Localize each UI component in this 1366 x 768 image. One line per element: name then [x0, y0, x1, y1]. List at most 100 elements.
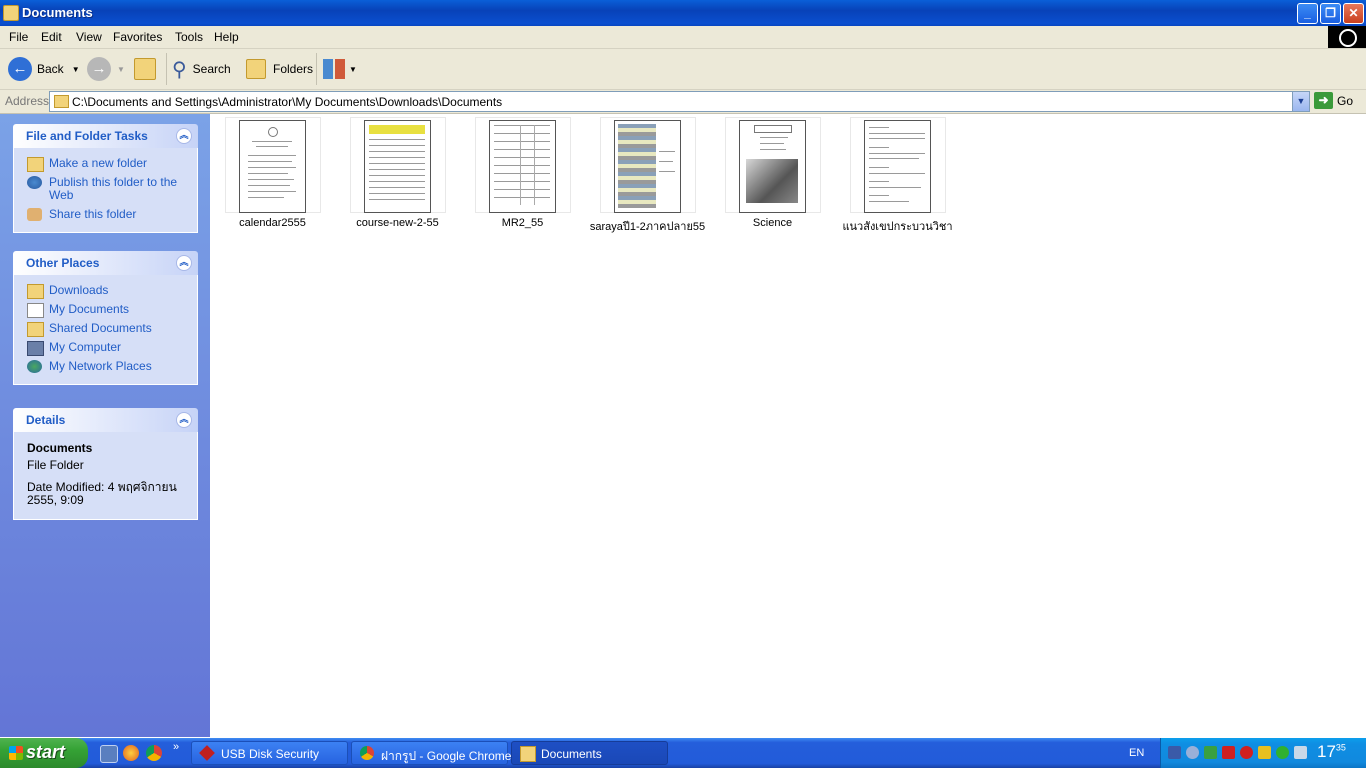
toolbar-divider: [166, 53, 167, 85]
up-folder-button[interactable]: [134, 55, 156, 83]
place-my-computer[interactable]: My Computer: [14, 338, 197, 357]
minimize-button[interactable]: _: [1297, 3, 1318, 24]
restore-button[interactable]: ❐: [1320, 3, 1341, 24]
share-folder-link[interactable]: Share this folder: [14, 205, 197, 224]
folder-icon: [54, 95, 69, 108]
usb-security-tray-icon[interactable]: [1222, 746, 1235, 759]
address-input[interactable]: C:\Documents and Settings\Administrator\…: [49, 91, 1310, 112]
folder-icon: [27, 284, 44, 299]
document-thumbnail-icon: [614, 120, 681, 213]
title-bar: Documents _ ❐ ✕: [0, 0, 1366, 26]
new-folder-icon: [27, 157, 44, 172]
tray-icon[interactable]: [1204, 746, 1217, 759]
file-name: course-new-2-55: [356, 217, 439, 229]
start-label: start: [26, 742, 66, 762]
search-button[interactable]: ⚲ Search: [172, 55, 231, 83]
firefox-icon[interactable]: [123, 745, 139, 761]
address-dropdown-button[interactable]: ▼: [1292, 92, 1309, 111]
place-my-network-places[interactable]: My Network Places: [14, 357, 197, 376]
forward-button[interactable]: → ▼: [87, 55, 125, 83]
computer-icon: [27, 341, 44, 356]
search-icon: ⚲: [172, 58, 187, 81]
chevron-down-icon[interactable]: ▼: [72, 65, 80, 74]
menu-favorites[interactable]: Favorites: [113, 30, 162, 44]
task-google-chrome[interactable]: ฝากรูป - Google Chrome: [351, 741, 512, 765]
language-indicator[interactable]: EN: [1129, 747, 1144, 759]
task-documents[interactable]: Documents: [511, 741, 668, 765]
task-label: USB Disk Security: [221, 747, 320, 761]
collapse-icon[interactable]: ︽: [176, 255, 192, 271]
views-icon: [323, 59, 345, 79]
clock-minute: 35: [1335, 742, 1346, 753]
file-thumbnail: [225, 117, 321, 213]
menu-view[interactable]: View: [76, 30, 102, 44]
address-label: Address: [5, 94, 50, 108]
menu-help[interactable]: Help: [214, 30, 239, 44]
task-usb-disk-security[interactable]: USB Disk Security: [191, 741, 348, 765]
file-item[interactable]: sarayaปี1-2ภาคปลาย55: [585, 117, 710, 237]
document-thumbnail-icon: [489, 120, 556, 213]
toolbar: ← Back ▼ → ▼ ⚲ Search Folders ▼: [0, 49, 1366, 90]
views-button[interactable]: ▼: [323, 55, 357, 83]
chevron-down-icon[interactable]: ▼: [349, 65, 357, 74]
chevron-down-icon[interactable]: ▼: [117, 65, 125, 74]
file-item[interactable]: course-new-2-55: [335, 117, 460, 237]
panel-header[interactable]: Other Places ︽: [13, 251, 198, 275]
tray-icon[interactable]: [1276, 746, 1289, 759]
document-thumbnail-icon: [239, 120, 306, 213]
file-item[interactable]: calendar2555: [210, 117, 335, 237]
tray-icon[interactable]: [1186, 746, 1199, 759]
task-pane: File and Folder Tasks ︽ Make a new folde…: [0, 114, 210, 737]
menu-tools[interactable]: Tools: [175, 30, 203, 44]
collapse-icon[interactable]: ︽: [176, 128, 192, 144]
menu-edit[interactable]: Edit: [41, 30, 62, 44]
show-desktop-icon[interactable]: [100, 745, 118, 763]
place-shared-documents[interactable]: Shared Documents: [14, 319, 197, 338]
globe-icon: [27, 176, 42, 189]
back-button[interactable]: ← Back ▼: [8, 55, 80, 83]
link-label: Make a new folder: [49, 156, 148, 170]
go-arrow-icon[interactable]: ➜: [1314, 92, 1333, 109]
menu-file[interactable]: File: [9, 30, 28, 44]
quicklaunch-more-icon[interactable]: »: [173, 741, 179, 753]
folder-icon: [27, 322, 44, 337]
make-new-folder-link[interactable]: Make a new folder: [14, 154, 197, 173]
file-item[interactable]: MR2_55: [460, 117, 585, 237]
file-item[interactable]: แนวสังเขปกระบวนวิชา: [835, 117, 960, 237]
panel-header[interactable]: Details ︽: [13, 408, 198, 432]
document-thumbnail-icon: [364, 120, 431, 213]
address-bar: Address C:\Documents and Settings\Admini…: [0, 90, 1366, 114]
details-modified: Date Modified: 4 พฤศจิกายน 2555, 9:09: [27, 480, 177, 507]
document-thumbnail-icon: [739, 120, 806, 213]
share-icon: [27, 208, 42, 221]
address-path: C:\Documents and Settings\Administrator\…: [72, 95, 503, 109]
chrome-icon[interactable]: [146, 745, 162, 761]
display-tray-icon[interactable]: [1294, 746, 1307, 759]
menu-bar: File Edit View Favorites Tools Help: [0, 26, 1366, 49]
place-downloads[interactable]: Downloads: [14, 281, 197, 300]
toolbar-divider: [316, 53, 317, 85]
task-label: ฝากรูป - Google Chrome: [381, 749, 512, 763]
taskbar: start » USB Disk Security ฝากรูป - Googl…: [0, 738, 1366, 768]
panel-header[interactable]: File and Folder Tasks ︽: [13, 124, 198, 148]
start-button[interactable]: start: [0, 738, 88, 768]
folder-icon: [3, 5, 19, 21]
publish-folder-link[interactable]: Publish this folder to the Web: [14, 173, 197, 205]
place-my-documents[interactable]: My Documents: [14, 300, 197, 319]
folders-button[interactable]: Folders: [246, 55, 313, 83]
file-thumbnail: [475, 117, 571, 213]
close-button[interactable]: ✕: [1343, 3, 1364, 24]
file-list: calendar2555 course-new-2-55 MR2_55 sara…: [210, 114, 1366, 737]
panel-title: Details: [26, 413, 66, 427]
folders-icon: [246, 59, 266, 79]
collapse-icon[interactable]: ︽: [176, 412, 192, 428]
go-button[interactable]: Go: [1337, 94, 1353, 108]
tray-icon[interactable]: [1258, 746, 1271, 759]
file-folder-tasks-panel: File and Folder Tasks ︽ Make a new folde…: [13, 124, 198, 233]
document-icon: [27, 303, 44, 318]
network-tray-icon[interactable]: [1168, 746, 1181, 759]
antivirus-tray-icon[interactable]: [1240, 746, 1253, 759]
file-item[interactable]: Science: [710, 117, 835, 237]
details-type: File Folder: [27, 458, 84, 472]
clock[interactable]: 1735: [1317, 742, 1346, 762]
